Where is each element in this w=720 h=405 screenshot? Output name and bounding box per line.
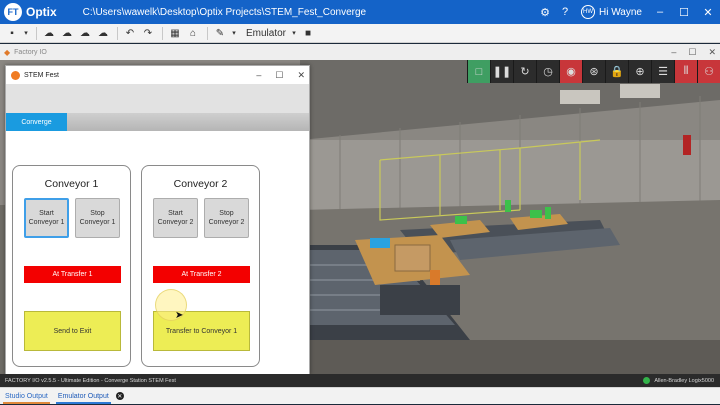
send-to-exit-button[interactable]: Send to Exit	[24, 311, 121, 351]
toolbar-divider	[162, 26, 163, 40]
toolbar-divider	[117, 26, 118, 40]
user-avatar: HW	[581, 5, 596, 19]
undo-icon[interactable]: ↶	[122, 24, 138, 43]
title-bar: FT Optix C:\Users\wawelk\Desktop\Optix P…	[0, 0, 720, 24]
tab-converge[interactable]: Converge	[6, 113, 67, 131]
close-output-icon[interactable]: ✕	[115, 392, 124, 400]
factory-status-bar: FACTORY I/O v2.5.5 - Ultimate Edition - …	[0, 374, 720, 387]
help-icon[interactable]: ?	[555, 0, 575, 24]
mouse-cursor-icon: ➤	[175, 310, 184, 321]
build-icon[interactable]: ✎	[212, 24, 228, 43]
transfer-1-status: At Transfer 1	[24, 266, 121, 283]
app-logo: FT Optix	[4, 0, 57, 24]
transfer-2-status: At Transfer 2	[153, 266, 250, 283]
app-icon	[11, 70, 20, 80]
conveyor-2-title: Conveyor 2	[173, 178, 228, 190]
factory-close-button[interactable]: ✕	[708, 47, 716, 58]
redo-icon[interactable]: ↷	[140, 24, 156, 43]
user-menu[interactable]: HW Hi Wayne	[581, 5, 642, 19]
hmi-minimize-button[interactable]: –	[256, 70, 261, 80]
stop-icon[interactable]: ■	[300, 24, 316, 43]
start-conveyor-1-button[interactable]: Start Conveyor 1	[24, 198, 69, 238]
conveyor-2-panel: Conveyor 2 Start Conveyor 2 Stop Conveyo…	[141, 165, 260, 367]
tab-underline	[55, 401, 111, 404]
tab-studio-output-label: Studio Output	[5, 392, 48, 400]
timer-icon[interactable]: ◷	[536, 60, 559, 83]
tab-emulator-output[interactable]: Emulator Output	[53, 388, 114, 405]
list-icon[interactable]: ☰	[651, 60, 674, 83]
cloud-sync-icon[interactable]: ☁	[95, 24, 111, 43]
optix-logo-icon: FT	[4, 3, 22, 21]
drivers-icon[interactable]: ⚇	[697, 60, 720, 83]
connected-check-icon	[643, 377, 651, 384]
save-icon[interactable]: ▪	[4, 24, 20, 43]
target-icon[interactable]: ⊕	[628, 60, 651, 83]
toolbar-divider	[36, 26, 37, 40]
project-path: C:\Users\wawelk\Desktop\Optix Projects\S…	[82, 6, 367, 18]
cloud-icon[interactable]: ☁	[41, 24, 57, 43]
output-tab-bar: Studio Output Emulator Output ✕	[0, 387, 720, 404]
factory-logo-icon: ◆	[4, 47, 11, 57]
factory-maximize-button[interactable]: ☐	[688, 47, 696, 58]
stop-conveyor-1-button[interactable]: Stop Conveyor 1	[75, 198, 120, 238]
dropdown-chevron-icon[interactable]: ▾	[22, 24, 30, 43]
hmi-tab-bar: Converge	[6, 113, 309, 131]
conveyor-1-title: Conveyor 1	[44, 178, 99, 190]
hmi-close-button[interactable]: ✕	[297, 70, 305, 81]
settings-gear-icon[interactable]: ⚙	[535, 0, 555, 24]
app-name: Optix	[26, 5, 57, 19]
hmi-header-area	[6, 84, 309, 113]
reset-icon[interactable]: ↻	[513, 60, 536, 83]
close-button[interactable]: ✕	[696, 0, 720, 24]
user-greeting: Hi Wayne	[599, 6, 642, 18]
toolbar-divider	[207, 26, 208, 40]
driver-name: Allen-Bradley Logix5000	[654, 377, 714, 384]
scene-toolbar: □ ❚❚ ↻ ◷ ◉ ⊛ 🔒 ⊕ ☰ ⦀ ⚇	[467, 60, 720, 83]
cloud-upload-icon[interactable]: ☁	[59, 24, 75, 43]
maximize-button[interactable]: ☐	[672, 0, 696, 24]
tab-studio-output[interactable]: Studio Output	[0, 388, 53, 405]
pause-icon[interactable]: ❚❚	[490, 60, 513, 83]
conveyor-1-panel: Conveyor 1 Start Conveyor 1 Stop Conveyo…	[12, 165, 131, 367]
speed-icon[interactable]: ⊛	[582, 60, 605, 83]
stop-conveyor-2-button[interactable]: Stop Conveyor 2	[204, 198, 249, 238]
io-tags-icon[interactable]: ⦀	[674, 60, 697, 83]
main-toolbar: ▪ ▾ ☁ ☁ ☁ ☁ ↶ ↷ ▦ ⌂ ✎ ▾ Emulator ▾ ■	[0, 24, 720, 43]
factory-minimize-button[interactable]: –	[671, 47, 676, 57]
start-conveyor-2-button[interactable]: Start Conveyor 2	[153, 198, 198, 238]
tab-underline	[3, 401, 50, 404]
factory-version-text: FACTORY I/O v2.5.5 - Ultimate Edition - …	[5, 377, 176, 384]
hmi-titlebar: STEM Fest – ☐ ✕	[6, 66, 309, 84]
factory-window-title: Factory IO	[14, 48, 47, 56]
minimize-button[interactable]: –	[648, 0, 672, 24]
factory-window-titlebar: ◆ Factory IO – ☐ ✕	[0, 44, 720, 60]
dropdown-chevron-icon[interactable]: ▾	[230, 24, 238, 43]
hmi-title: STEM Fest	[24, 71, 60, 79]
grid-icon[interactable]: ▦	[167, 24, 183, 43]
dropdown-chevron-icon[interactable]: ▾	[290, 24, 298, 43]
camera-orbit-icon[interactable]: ◉	[559, 60, 582, 83]
tab-emulator-output-label: Emulator Output	[57, 392, 109, 400]
hmi-window: STEM Fest – ☐ ✕ Converge Conveyor 1 Star…	[5, 65, 310, 375]
lock-icon[interactable]: 🔒	[605, 60, 628, 83]
network-icon[interactable]: ⌂	[185, 24, 201, 43]
select-square-icon[interactable]: □	[467, 60, 490, 83]
emulator-target[interactable]: Emulator	[246, 28, 286, 39]
cloud-download-icon[interactable]: ☁	[77, 24, 93, 43]
hmi-maximize-button[interactable]: ☐	[275, 70, 283, 81]
